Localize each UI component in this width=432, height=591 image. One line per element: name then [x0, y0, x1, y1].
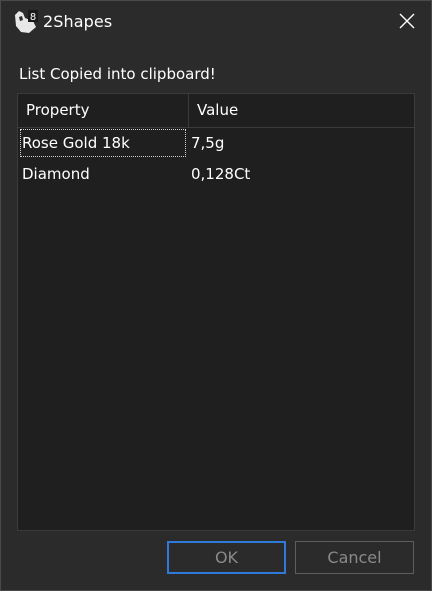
dialog-window: 8 2Shapes List Copied into clipboard! Pr…: [0, 0, 432, 591]
svg-text:8: 8: [30, 12, 36, 23]
status-message: List Copied into clipboard!: [19, 65, 216, 83]
list-row[interactable]: Diamond 0,128Ct: [18, 160, 414, 188]
close-button[interactable]: [387, 5, 427, 41]
rhino-8-icon: 8: [13, 9, 39, 35]
row-value-cell[interactable]: 7,5g: [190, 129, 410, 157]
property-list[interactable]: Property Value Rose Gold 18k 7,5g Diamon…: [17, 93, 415, 531]
column-header-value[interactable]: Value: [189, 94, 414, 127]
list-header: Property Value: [18, 94, 414, 128]
list-row[interactable]: Rose Gold 18k 7,5g: [18, 129, 414, 157]
cancel-button[interactable]: Cancel: [295, 541, 414, 574]
row-property-cell[interactable]: Diamond: [20, 160, 186, 188]
row-property-cell[interactable]: Rose Gold 18k: [20, 129, 186, 157]
ok-button[interactable]: OK: [167, 541, 286, 574]
column-header-property[interactable]: Property: [18, 94, 189, 127]
window-title: 2Shapes: [43, 12, 113, 31]
title-bar[interactable]: 8 2Shapes: [1, 1, 431, 45]
row-value-cell[interactable]: 0,128Ct: [190, 160, 410, 188]
close-icon: [399, 13, 415, 33]
